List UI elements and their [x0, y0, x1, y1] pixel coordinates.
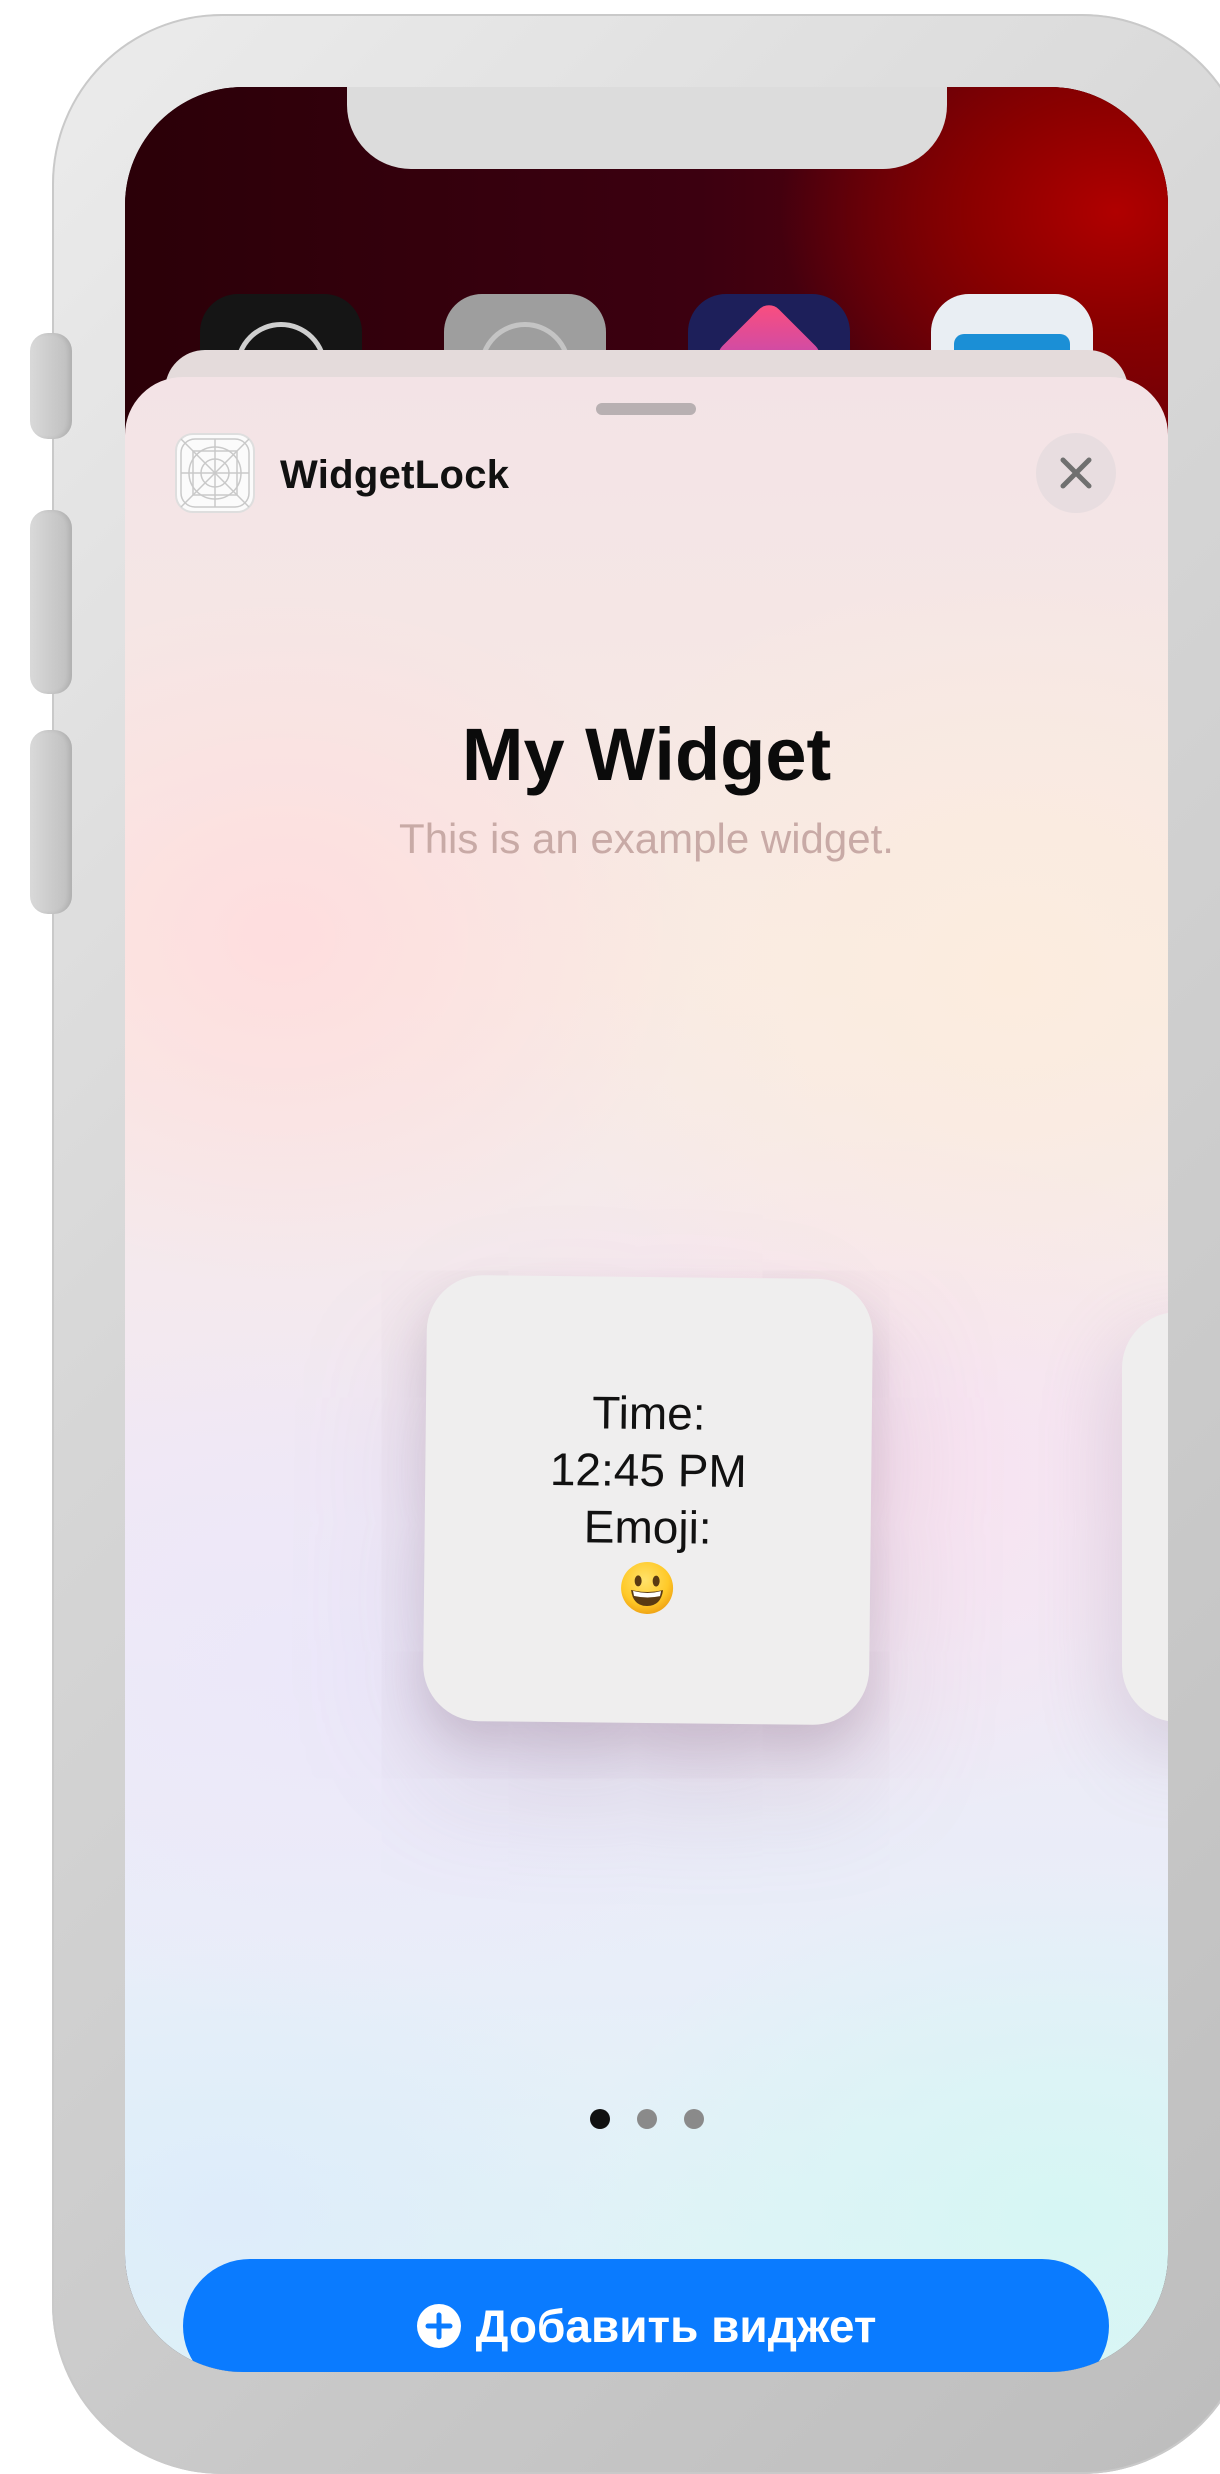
emoji-label: Emoji: [583, 1499, 712, 1554]
time-label: Time: [591, 1385, 706, 1440]
widget-description: This is an example widget. [399, 815, 894, 862]
close-button[interactable] [1036, 433, 1116, 513]
app-icon-grid-glyph [180, 438, 250, 508]
app-name: WidgetLock [280, 453, 510, 497]
phone-screen: WidgetLock My Widget This is an example … [125, 87, 1168, 2372]
page-indicator[interactable] [125, 2109, 1168, 2129]
plus-circle-icon [416, 2304, 461, 2348]
app-placeholder-icon [175, 433, 255, 513]
grinning-face-emoji [621, 1561, 674, 1614]
page-dot-1[interactable] [589, 2109, 610, 2129]
widget-title: My Widget [461, 713, 832, 796]
volume-down-button [30, 730, 72, 914]
page-dot-3[interactable] [683, 2109, 704, 2129]
widget-preview-content: Time: 12:45 PM Emoji: [423, 1275, 874, 1726]
widget-gallery-sheet: WidgetLock My Widget This is an example … [125, 377, 1168, 2372]
add-widget-label: Добавить виджет [475, 2300, 877, 2352]
sheet-grabber[interactable] [596, 403, 696, 415]
widget-preview-small[interactable]: Time: 12:45 PM Emoji: [422, 1274, 874, 1726]
close-icon [1060, 457, 1092, 489]
time-value: 12:45 PM [549, 1442, 748, 1497]
widget-preview-medium-peek[interactable] [1122, 1312, 1168, 1722]
notch [347, 87, 947, 169]
page-dot-2[interactable] [636, 2109, 657, 2129]
mute-switch [30, 333, 72, 439]
volume-up-button [30, 510, 72, 694]
add-widget-button[interactable]: Добавить виджет [183, 2259, 1109, 2372]
